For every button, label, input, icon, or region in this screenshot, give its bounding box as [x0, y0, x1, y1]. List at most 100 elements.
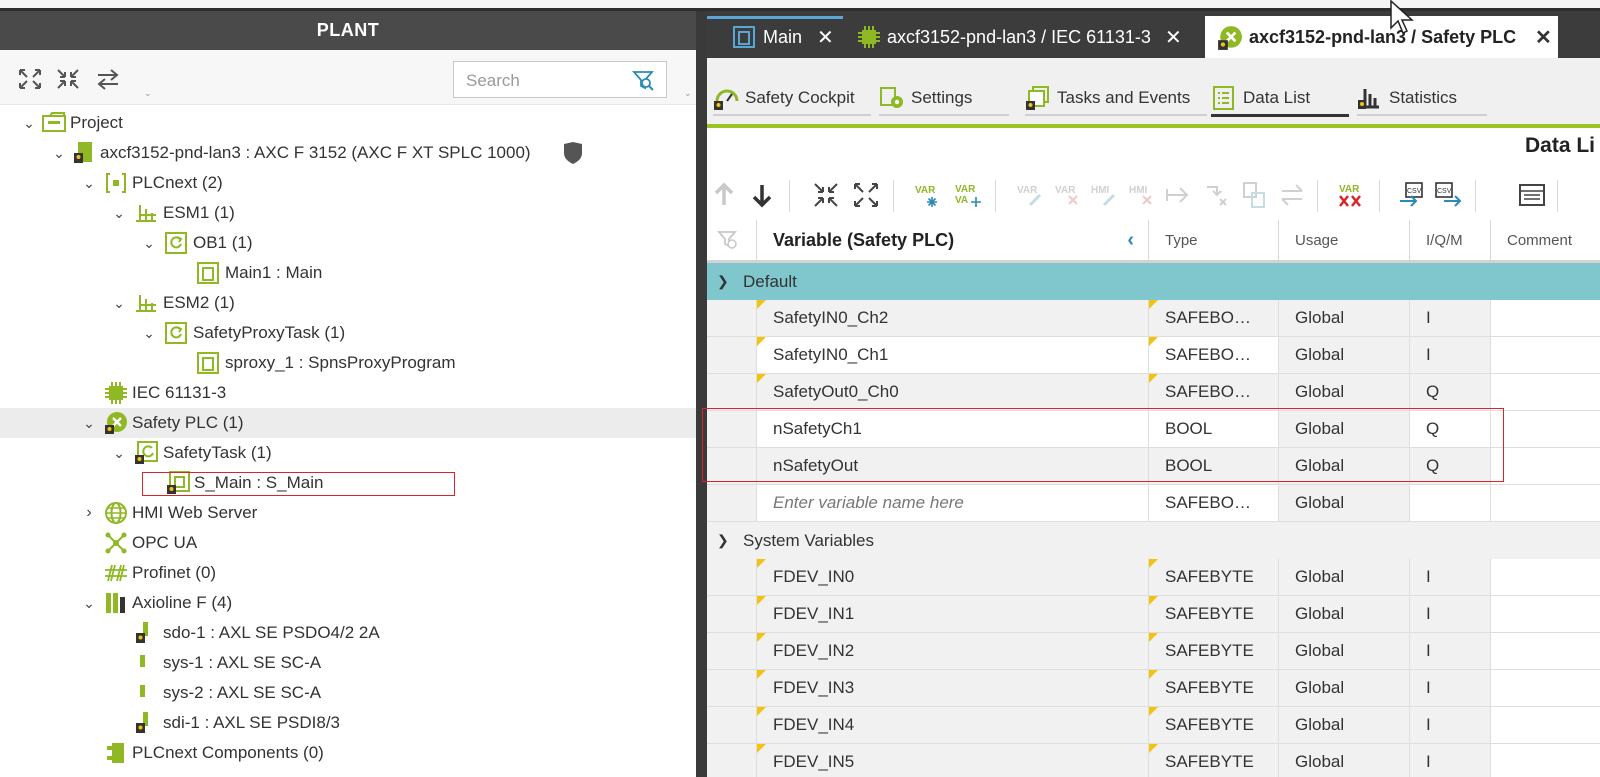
row-handle[interactable]	[707, 670, 756, 706]
tree-item-sdo-1[interactable]: sdo-1 : AXL SE PSDO4/2 2A	[0, 618, 696, 648]
chevron-down-icon[interactable]: ⌄	[142, 325, 156, 341]
tree-item-axioline[interactable]: ⌄ Axioline F (4)	[0, 588, 696, 618]
table-row[interactable]: FDEV_IN0 SAFEBYTE Global I	[707, 559, 1600, 596]
usage-cell[interactable]: Global	[1278, 744, 1409, 777]
comment-cell[interactable]	[1490, 559, 1600, 595]
usage-cell[interactable]: Global	[1278, 374, 1409, 410]
type-cell[interactable]: SAFEBO…	[1148, 337, 1278, 373]
type-cell[interactable]: SAFEBYTE	[1148, 670, 1278, 706]
plant-search[interactable]	[453, 61, 667, 98]
move-down-icon[interactable]	[747, 180, 777, 210]
table-row[interactable]: FDEV_IN4 SAFEBYTE Global I	[707, 707, 1600, 744]
comment-cell[interactable]	[1490, 633, 1600, 669]
tab-safety-plc[interactable]: axcf3152-pnd-lan3 / Safety PLC ✕	[1205, 16, 1558, 58]
export-csv-icon[interactable]: CSV	[1433, 180, 1463, 210]
row-handle[interactable]	[707, 337, 756, 373]
tab-tasks-and-events[interactable]: Tasks and Events	[1025, 82, 1207, 116]
variable-name-cell[interactable]: SafetyIN0_Ch2	[756, 300, 1148, 336]
usage-cell[interactable]: Global	[1278, 485, 1409, 521]
sync-icon[interactable]	[94, 66, 122, 92]
usage-cell[interactable]: Global	[1278, 633, 1409, 669]
swap-icon[interactable]	[1277, 180, 1307, 210]
comment-cell[interactable]	[1490, 448, 1600, 484]
expand-all-icon[interactable]	[16, 66, 44, 92]
tree-item-project[interactable]: ⌄ Project	[0, 108, 696, 138]
column-header-usage[interactable]: Usage	[1278, 220, 1409, 260]
group-default[interactable]: ❯ Default	[707, 263, 1600, 300]
chevron-down-icon[interactable]: ⌄	[82, 595, 96, 611]
usage-cell[interactable]: Global	[1278, 596, 1409, 632]
comment-cell[interactable]	[1490, 596, 1600, 632]
table-row[interactable]: FDEV_IN1 SAFEBYTE Global I	[707, 596, 1600, 633]
filter-search-icon[interactable]	[632, 69, 654, 91]
tree-item-sys-2[interactable]: sys-2 : AXL SE SC-A	[0, 678, 696, 708]
tree-item-hmi-web-server[interactable]: › HMI Web Server	[0, 498, 696, 528]
chevron-down-icon[interactable]: ⌄	[112, 445, 126, 461]
usage-cell[interactable]: Global	[1278, 337, 1409, 373]
row-handle[interactable]	[707, 633, 756, 669]
comment-cell[interactable]	[1490, 374, 1600, 410]
table-row[interactable]: FDEV_IN2 SAFEBYTE Global I	[707, 633, 1600, 670]
row-handle[interactable]	[707, 744, 756, 777]
tab-settings[interactable]: Settings	[879, 82, 1009, 116]
chevron-down-icon[interactable]: ⌄	[142, 235, 156, 251]
connect-icon[interactable]	[1163, 180, 1193, 210]
collapse-all-icon[interactable]	[54, 66, 82, 92]
columns-view-icon[interactable]	[1517, 180, 1547, 210]
new-variable-input[interactable]: Enter variable name here	[756, 485, 1148, 521]
column-header-variable[interactable]: Variable (Safety PLC) ‹	[756, 220, 1148, 260]
delete-variable-icon[interactable]: VAR	[1053, 180, 1083, 210]
tab-main[interactable]: Main ✕	[707, 16, 843, 58]
type-cell[interactable]: SAFEBYTE	[1148, 633, 1278, 669]
type-cell[interactable]: SAFEBYTE	[1148, 707, 1278, 743]
edit-variable-icon[interactable]: VAR	[1015, 180, 1045, 210]
iqm-cell[interactable]: I	[1409, 744, 1490, 777]
delete-unused-variables-icon[interactable]: VAR	[1337, 180, 1367, 210]
tree-item-safety-proxy-task[interactable]: ⌄ SafetyProxyTask (1)	[0, 318, 696, 348]
variable-name-cell[interactable]: FDEV_IN3	[756, 670, 1148, 706]
move-up-icon[interactable]	[709, 180, 739, 210]
comment-cell[interactable]	[1490, 411, 1600, 447]
chevron-down-icon[interactable]: ❯	[717, 273, 729, 290]
row-handle[interactable]	[707, 485, 756, 521]
row-handle[interactable]	[707, 300, 756, 336]
variable-name-cell[interactable]: FDEV_IN5	[756, 744, 1148, 777]
comment-cell[interactable]	[1490, 670, 1600, 706]
chevron-down-icon[interactable]: ❯	[717, 532, 729, 549]
toolbar-overflow-icon[interactable]: ⌄	[144, 88, 152, 99]
panel-splitter[interactable]	[696, 11, 707, 777]
type-cell[interactable]: SAFEBO…	[1148, 485, 1278, 521]
variable-name-cell[interactable]: FDEV_IN1	[756, 596, 1148, 632]
tab-data-list[interactable]: Data List	[1211, 82, 1349, 117]
import-csv-icon[interactable]: CSV	[1397, 180, 1427, 210]
iqm-cell[interactable]: I	[1409, 633, 1490, 669]
tree-item-plcnext-components[interactable]: PLCnext Components (0)	[0, 738, 696, 768]
comment-cell[interactable]	[1490, 300, 1600, 336]
usage-cell[interactable]: Global	[1278, 559, 1409, 595]
type-cell[interactable]: SAFEBYTE	[1148, 596, 1278, 632]
column-header-iqm[interactable]: I/Q/M	[1409, 220, 1490, 260]
tree-item-esm1[interactable]: ⌄ ESM1 (1)	[0, 198, 696, 228]
table-row[interactable]: SafetyOut0_Ch0 SAFEBO… Global Q	[707, 374, 1600, 411]
chevron-down-icon[interactable]: ⌄	[82, 175, 96, 191]
row-handle[interactable]	[707, 707, 756, 743]
collapse-all-icon[interactable]	[811, 180, 841, 210]
iqm-cell[interactable]: I	[1409, 596, 1490, 632]
close-icon[interactable]: ✕	[1165, 25, 1182, 50]
iqm-cell[interactable]: Q	[1409, 374, 1490, 410]
chevron-left-icon[interactable]: ‹	[1127, 229, 1134, 252]
type-cell[interactable]: SAFEBO…	[1148, 374, 1278, 410]
variable-name-cell[interactable]: FDEV_IN4	[756, 707, 1148, 743]
comment-cell[interactable]	[1490, 485, 1600, 521]
iqm-cell[interactable]: I	[1409, 300, 1490, 336]
disconnect-icon[interactable]	[1201, 180, 1231, 210]
type-cell[interactable]: SAFEBYTE	[1148, 744, 1278, 777]
tree-item-main1[interactable]: Main1 : Main	[0, 258, 696, 288]
comment-cell[interactable]	[1490, 744, 1600, 777]
table-row[interactable]: SafetyIN0_Ch2 SAFEBO… Global I	[707, 300, 1600, 337]
edit-hmi-icon[interactable]: HMI	[1089, 180, 1119, 210]
new-variable-row[interactable]: Enter variable name here SAFEBO… Global	[707, 485, 1600, 522]
chevron-down-icon[interactable]: ⌄	[112, 295, 126, 311]
tree-item-safety-task[interactable]: ⌄ SafetyTask (1)	[0, 438, 696, 468]
variable-name-cell[interactable]: FDEV_IN2	[756, 633, 1148, 669]
